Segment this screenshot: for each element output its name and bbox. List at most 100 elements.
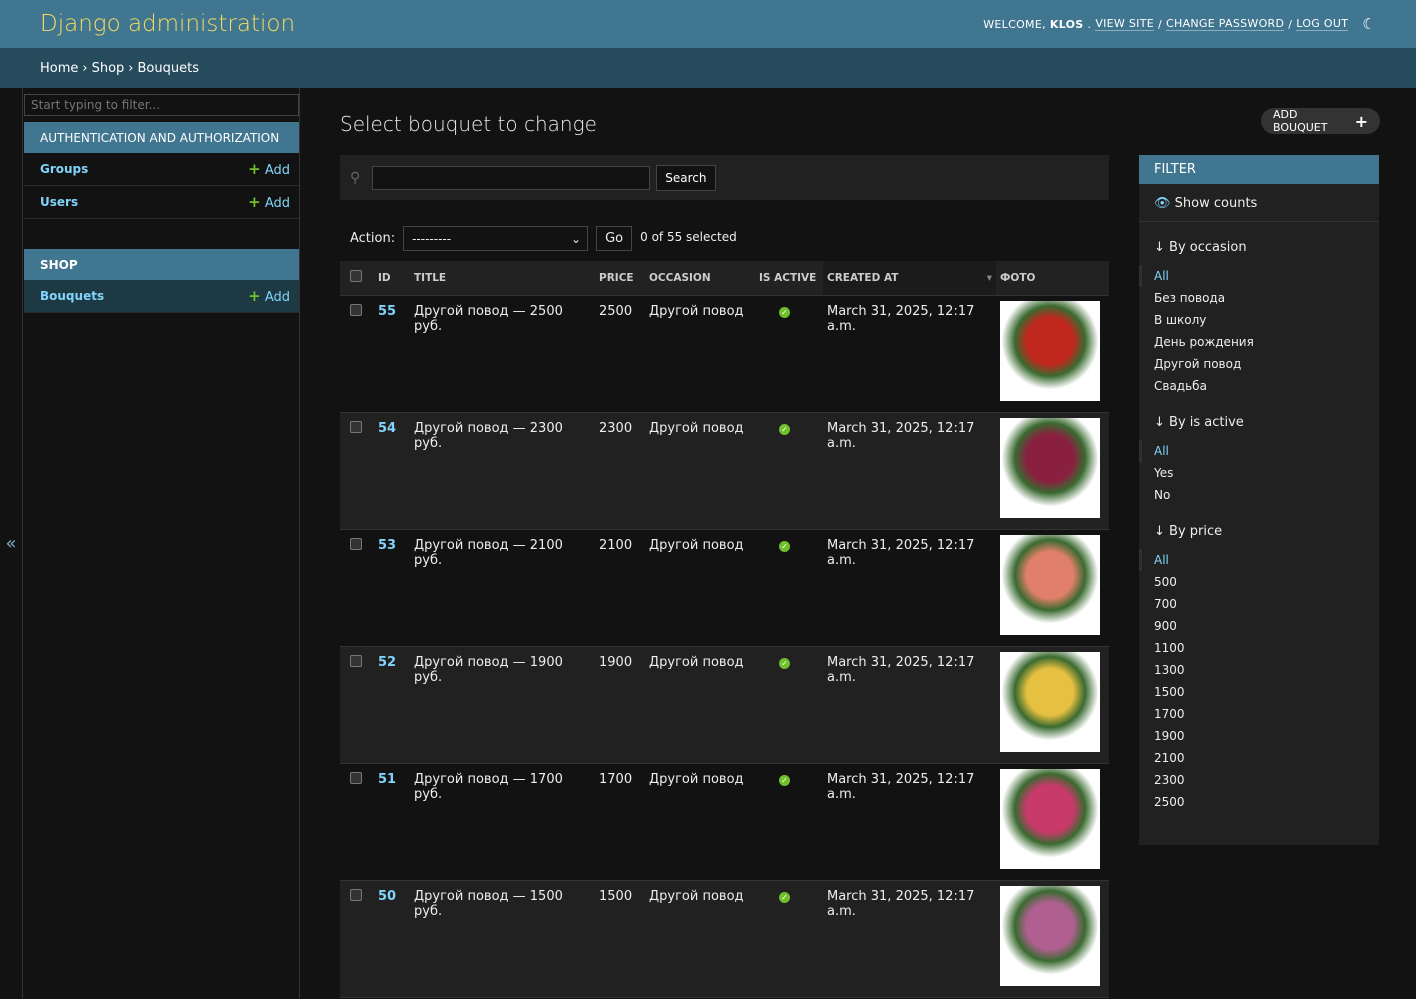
groups-link[interactable]: Groups xyxy=(40,162,88,176)
app-shop[interactable]: SHOP xyxy=(24,249,299,280)
column-price[interactable]: PRICE xyxy=(595,261,645,296)
add-bouquets-link[interactable]: + Add xyxy=(248,287,290,305)
filter-section: ↓ By is active All Yes No xyxy=(1139,415,1379,506)
filter-option[interactable]: 2500 xyxy=(1154,791,1364,813)
row-id-link[interactable]: 50 xyxy=(378,889,396,904)
sidebar-item-bouquets[interactable]: Bouquets + Add xyxy=(24,280,299,313)
column-created-at[interactable]: CREATED AT ▾ xyxy=(823,261,996,296)
sidebar-item-users[interactable]: Users + Add xyxy=(24,186,299,219)
filter-option[interactable]: 1700 xyxy=(1154,703,1364,725)
row-id-link[interactable]: 54 xyxy=(378,421,396,436)
column-id[interactable]: ID xyxy=(374,261,410,296)
filter-option[interactable]: Свадьба xyxy=(1154,375,1364,397)
column-title[interactable]: TITLE xyxy=(410,261,595,296)
row-checkbox[interactable] xyxy=(350,771,362,784)
column-photo: ФОТО xyxy=(996,261,1109,296)
row-created-at: March 31, 2025, 12:17 a.m. xyxy=(827,537,975,568)
row-occasion: Другой повод xyxy=(649,888,744,904)
filter-title: FILTER xyxy=(1139,155,1379,184)
row-price: 1900 xyxy=(599,654,633,670)
show-counts-link[interactable]: 👁 Show counts xyxy=(1139,184,1379,222)
filter-option[interactable]: День рождения xyxy=(1154,331,1364,353)
sidebar-toggle[interactable]: « xyxy=(0,88,23,999)
column-is-active[interactable]: IS ACTIVE xyxy=(755,261,823,296)
go-button[interactable]: Go xyxy=(596,226,633,251)
row-checkbox[interactable] xyxy=(350,654,362,667)
row-created-at: March 31, 2025, 12:17 a.m. xyxy=(827,888,975,919)
bouquet-photo xyxy=(1000,651,1100,752)
action-select[interactable]: --------- ⌄ xyxy=(403,226,589,251)
filter-section-title[interactable]: ↓ By is active xyxy=(1154,415,1364,430)
filter-option[interactable]: 2100 xyxy=(1154,747,1364,769)
search-button[interactable]: Search xyxy=(656,164,716,191)
search-input[interactable] xyxy=(372,165,651,190)
log-out-link[interactable]: LOG OUT xyxy=(1296,17,1349,31)
select-all-checkbox[interactable] xyxy=(350,270,362,283)
header: Django administration WELCOME, KLOS. VIE… xyxy=(0,0,1416,48)
row-checkbox[interactable] xyxy=(350,888,362,901)
chevron-down-icon: ⌄ xyxy=(571,231,582,246)
row-id-link[interactable]: 52 xyxy=(378,655,396,670)
row-title: Другой повод — 1700 руб. xyxy=(414,771,563,802)
add-bouquet-button[interactable]: ADD BOUQUET + xyxy=(1261,108,1380,134)
filter-option[interactable]: Yes xyxy=(1154,462,1364,484)
sort-desc-icon[interactable]: ▾ xyxy=(987,272,992,284)
filter-option[interactable]: Без повода xyxy=(1154,287,1364,309)
row-checkbox[interactable] xyxy=(350,303,362,316)
filter-option[interactable]: All xyxy=(1139,549,1364,571)
welcome-text: WELCOME, xyxy=(983,17,1046,31)
bouquet-photo xyxy=(1000,300,1100,401)
row-checkbox[interactable] xyxy=(350,537,362,550)
filter-option[interactable]: 700 xyxy=(1154,593,1364,615)
row-title: Другой повод — 2100 руб. xyxy=(414,537,563,568)
row-occasion: Другой повод xyxy=(649,537,744,553)
filter-option[interactable]: 500 xyxy=(1154,571,1364,593)
row-checkbox[interactable] xyxy=(350,420,362,433)
filter-option[interactable]: 1500 xyxy=(1154,681,1364,703)
row-id-link[interactable]: 51 xyxy=(378,772,396,787)
active-check-icon: ✓ xyxy=(779,891,790,903)
filter-option[interactable]: 1900 xyxy=(1154,725,1364,747)
row-occasion: Другой повод xyxy=(649,303,744,319)
app-auth[interactable]: AUTHENTICATION AND AUTHORIZATION xyxy=(24,122,299,153)
filter-option[interactable]: No xyxy=(1154,484,1364,506)
filter-option[interactable]: 1100 xyxy=(1154,637,1364,659)
sidebar-item-groups[interactable]: Groups + Add xyxy=(24,153,299,186)
add-groups-link[interactable]: + Add xyxy=(248,160,290,178)
filter-panel: FILTER 👁 Show counts ↓ By occasion All Без… xyxy=(1139,155,1379,845)
row-id-link[interactable]: 55 xyxy=(378,304,396,319)
table-row: 53 Другой повод — 2100 руб. 2100 Другой … xyxy=(340,529,1109,646)
add-users-link[interactable]: + Add xyxy=(248,193,290,211)
sidebar-filter-input[interactable] xyxy=(24,94,299,116)
bouquets-link[interactable]: Bouquets xyxy=(40,289,104,303)
action-value: --------- xyxy=(412,231,452,246)
add-label: Add xyxy=(264,196,290,211)
row-created-at: March 31, 2025, 12:17 a.m. xyxy=(827,303,975,334)
add-label: Add xyxy=(264,163,290,178)
column-occasion[interactable]: OCCASION xyxy=(645,261,755,296)
view-site-link[interactable]: VIEW SITE xyxy=(1095,17,1155,31)
filter-option[interactable]: В школу xyxy=(1154,309,1364,331)
bouquet-photo xyxy=(1000,534,1100,635)
filter-option[interactable]: Другой повод xyxy=(1154,353,1364,375)
site-title[interactable]: Django administration xyxy=(40,11,295,37)
breadcrumb-shop[interactable]: Shop xyxy=(92,61,125,76)
row-price: 2100 xyxy=(599,537,633,553)
row-created-at: March 31, 2025, 12:17 a.m. xyxy=(827,654,975,685)
search-toolbar: ⚲ Search xyxy=(340,155,1109,200)
filter-section-title[interactable]: ↓ By price xyxy=(1154,524,1364,539)
row-id-link[interactable]: 53 xyxy=(378,538,396,553)
active-check-icon: ✓ xyxy=(779,657,790,669)
theme-toggle-moon-icon[interactable]: ☾ xyxy=(1362,15,1376,33)
filter-option[interactable]: All xyxy=(1139,265,1364,287)
filter-option[interactable]: 2300 xyxy=(1154,769,1364,791)
filter-section-title[interactable]: ↓ By occasion xyxy=(1154,240,1364,255)
filter-option[interactable]: All xyxy=(1139,440,1364,462)
filter-option[interactable]: 900 xyxy=(1154,615,1364,637)
breadcrumb-home[interactable]: Home xyxy=(40,61,78,76)
change-password-link[interactable]: CHANGE PASSWORD xyxy=(1166,17,1285,31)
filter-option[interactable]: 1300 xyxy=(1154,659,1364,681)
active-check-icon: ✓ xyxy=(779,423,790,435)
plus-icon: + xyxy=(248,160,261,178)
users-link[interactable]: Users xyxy=(40,195,78,209)
